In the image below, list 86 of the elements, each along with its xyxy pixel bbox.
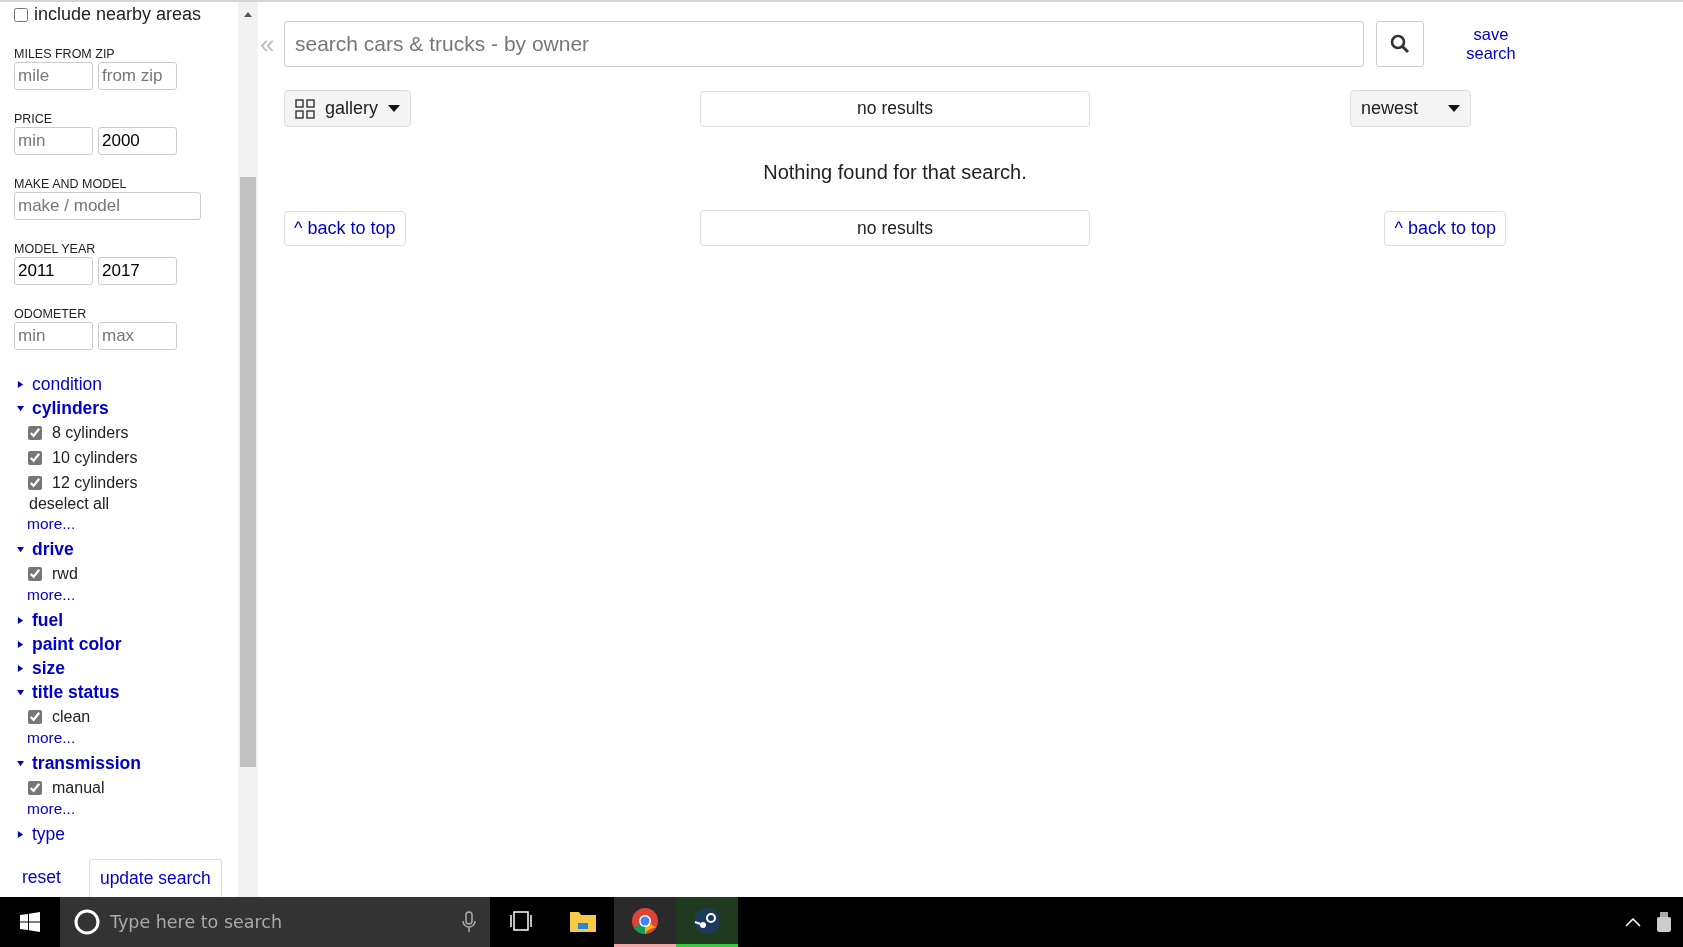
- scroll-up-icon[interactable]: [244, 12, 252, 17]
- option-label: 8 cylinders: [52, 423, 129, 442]
- caret-icon: [1448, 105, 1460, 112]
- field-label: MODEL YEAR: [14, 242, 97, 256]
- microphone-icon: [462, 911, 476, 933]
- results-count: no results: [700, 90, 1090, 127]
- collapsed-triangle-icon: [17, 616, 24, 624]
- field-label: MILES FROM ZIP: [14, 47, 116, 61]
- deselect-all-link[interactable]: deselect all: [29, 495, 238, 515]
- search-icon: [1390, 34, 1410, 54]
- nearby-areas-option[interactable]: include nearby areas: [14, 4, 238, 25]
- caret-icon: [388, 105, 401, 112]
- game-client-button[interactable]: [676, 897, 738, 947]
- option-label: include nearby areas: [34, 4, 202, 25]
- more-link[interactable]: more...: [27, 729, 238, 751]
- sort-dropdown[interactable]: newest: [1349, 90, 1471, 127]
- filter-heading[interactable]: paint color: [17, 632, 238, 656]
- option-label: 10 cylinders: [52, 448, 138, 467]
- taskbar-search-input[interactable]: Type here to search: [108, 911, 454, 933]
- expanded-triangle-icon: [17, 688, 24, 696]
- checkbox[interactable]: [28, 780, 42, 795]
- field-label: MAKE AND MODEL: [14, 177, 128, 191]
- browser-button[interactable]: [614, 897, 676, 947]
- filter-heading[interactable]: condition: [17, 372, 238, 396]
- option-label: manual: [52, 778, 105, 797]
- task-view-icon: [509, 910, 533, 931]
- filter-heading[interactable]: fuel: [17, 608, 238, 632]
- empty-message: Nothing found for that search.: [762, 161, 1028, 184]
- chevron-up-icon[interactable]: [1625, 917, 1641, 927]
- input-field[interactable]: from zip: [98, 62, 177, 90]
- filter-heading[interactable]: cylinders: [17, 396, 238, 420]
- filter-option[interactable]: 8 cylinders: [28, 420, 238, 445]
- back-to-top-link[interactable]: ^ back to top: [1384, 210, 1506, 246]
- view-dropdown[interactable]: gallery: [284, 90, 412, 127]
- checkbox[interactable]: [28, 566, 42, 581]
- collapsed-triangle-icon: [17, 640, 24, 648]
- reset-link[interactable]: reset: [22, 867, 61, 897]
- input-field[interactable]: 2000: [98, 127, 177, 155]
- filter-option[interactable]: 12 cylinders: [28, 470, 238, 495]
- input-field[interactable]: max: [98, 322, 177, 350]
- input-field[interactable]: min: [14, 322, 93, 350]
- scrollbar[interactable]: [238, 2, 258, 897]
- option-label: rwd: [52, 564, 78, 583]
- search-button[interactable]: [1376, 21, 1424, 67]
- option-label: 12 cylinders: [52, 473, 138, 492]
- taskbar-search-field[interactable]: Type here to search: [60, 897, 490, 947]
- grid-icon: [295, 98, 315, 119]
- results-count: no results: [700, 210, 1090, 246]
- more-link[interactable]: more...: [27, 515, 238, 537]
- filter-heading[interactable]: size: [17, 656, 238, 680]
- scrollbar-thumb[interactable]: [240, 177, 256, 767]
- filter-option[interactable]: manual: [28, 775, 238, 800]
- checkbox[interactable]: [14, 7, 28, 22]
- usb-drive-icon[interactable]: [1657, 912, 1671, 932]
- checkbox[interactable]: [28, 425, 42, 440]
- input-field[interactable]: 2017: [98, 257, 177, 285]
- checkbox[interactable]: [28, 475, 42, 490]
- filter-option[interactable]: 10 cylinders: [28, 445, 238, 470]
- circle-icon: [74, 909, 100, 935]
- checkbox[interactable]: [28, 450, 42, 465]
- filter-heading[interactable]: transmission: [17, 751, 238, 775]
- input-field[interactable]: min: [14, 127, 93, 155]
- more-link[interactable]: more...: [27, 586, 238, 608]
- field-label: PRICE: [14, 112, 54, 126]
- more-link[interactable]: more...: [27, 800, 238, 822]
- search-field[interactable]: search cars & trucks - by owner: [284, 21, 1364, 67]
- save-search-link[interactable]: save search: [1461, 25, 1521, 63]
- filter-heading[interactable]: title status: [17, 680, 238, 704]
- collapsed-triangle-icon: [17, 830, 24, 838]
- expanded-triangle-icon: [17, 759, 24, 767]
- filter-heading[interactable]: drive: [17, 537, 238, 561]
- input-field[interactable]: 2011: [14, 257, 93, 285]
- back-to-top-link[interactable]: ^ back to top: [284, 210, 406, 246]
- filter-heading[interactable]: type: [17, 822, 238, 846]
- filter-option[interactable]: rwd: [28, 561, 238, 586]
- input-field[interactable]: mile: [14, 62, 93, 90]
- update-search-button[interactable]: update search: [88, 859, 222, 897]
- collapsed-triangle-icon: [17, 664, 24, 672]
- checkbox[interactable]: [28, 709, 42, 724]
- option-label: clean: [52, 707, 91, 726]
- expanded-triangle-icon: [17, 545, 24, 553]
- field-label: ODOMETER: [14, 307, 88, 321]
- collapsed-triangle-icon: [17, 380, 24, 388]
- expanded-triangle-icon: [17, 404, 24, 412]
- input-field[interactable]: make / model: [14, 192, 201, 220]
- filter-option[interactable]: clean: [28, 704, 238, 729]
